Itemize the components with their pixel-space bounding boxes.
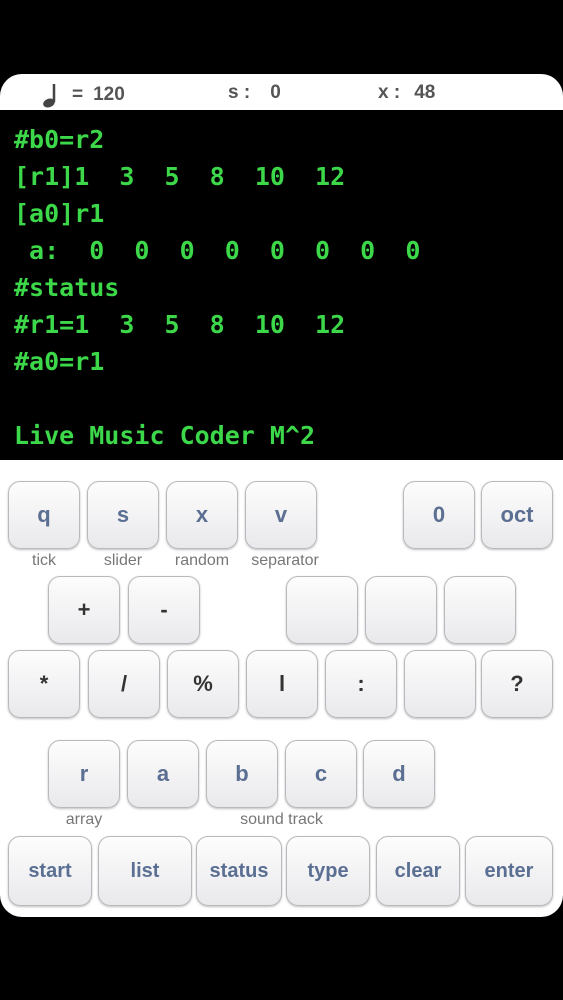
x-readout: x : 48 [378,82,435,104]
key-zero[interactable]: 0 [403,481,475,549]
key-oct[interactable]: oct [481,481,553,549]
caption-slider: slider [103,552,143,569]
key-type[interactable]: type [286,836,370,906]
status-bar: = 120 s : 0 x : 48 [0,74,563,110]
tempo-equals: = [72,84,84,105]
key-blank-2[interactable] [365,576,437,644]
code-console[interactable]: #b0=r2 [r1]1 3 5 8 10 12 [a0]r1 a: 0 0 0… [0,110,563,460]
caption-tick: tick [32,552,56,569]
key-r[interactable]: r [48,740,120,808]
x-label: x : [378,82,401,103]
key-minus[interactable]: - [128,576,200,644]
key-q[interactable]: q [8,481,80,549]
caption-separator: separator [251,552,319,569]
key-percent[interactable]: % [167,650,239,718]
key-c[interactable]: c [285,740,357,808]
key-pipe[interactable]: l [246,650,318,718]
s-readout: s : 0 [228,82,281,104]
key-blank-3[interactable] [444,576,516,644]
tempo-readout: = 120 [40,82,125,108]
key-question[interactable]: ? [481,650,553,718]
console-line: #status [14,273,120,302]
key-multiply[interactable]: * [8,650,80,718]
console-title: Live Music Coder M^2 [14,421,316,450]
console-line: #a0=r1 [14,347,105,376]
console-line: #r1=1 3 5 8 10 12 [14,310,346,339]
key-d[interactable]: d [363,740,435,808]
s-value: 0 [270,82,281,103]
keyboard-panel: q s x v 0 oct tick slider random separat… [0,460,563,917]
console-line: a: 0 0 0 0 0 0 0 0 [14,236,421,265]
key-colon[interactable]: : [325,650,397,718]
key-blank-1[interactable] [286,576,358,644]
caption-array: array [65,811,103,828]
key-divide[interactable]: / [88,650,160,718]
key-x[interactable]: x [166,481,238,549]
key-s[interactable]: s [87,481,159,549]
console-line: [a0]r1 [14,199,105,228]
caption-random: random [174,552,230,569]
s-label: s : [228,82,251,103]
key-a[interactable]: a [127,740,199,808]
console-line: [r1]1 3 5 8 10 12 [14,162,346,191]
console-line: #b0=r2 [14,125,105,154]
caption-sound-track: sound track [240,811,323,828]
key-v[interactable]: v [245,481,317,549]
key-b[interactable]: b [206,740,278,808]
key-clear[interactable]: clear [376,836,460,906]
tempo-value: 120 [93,84,125,105]
x-value: 48 [414,82,436,103]
key-plus[interactable]: + [48,576,120,644]
key-list[interactable]: list [98,836,192,906]
quarter-note-icon [40,82,62,108]
key-start[interactable]: start [8,836,92,906]
key-enter[interactable]: enter [465,836,553,906]
key-blank-4[interactable] [404,650,476,718]
key-status[interactable]: status [196,836,282,906]
